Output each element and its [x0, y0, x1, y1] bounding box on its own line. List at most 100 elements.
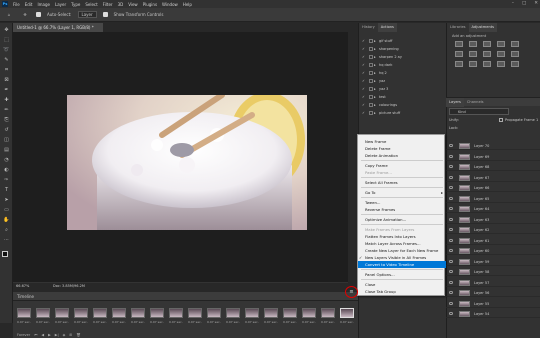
- first-frame-icon[interactable]: ⏮: [34, 333, 37, 337]
- visibility-eye-icon[interactable]: [449, 280, 453, 284]
- color-balance-icon[interactable]: [469, 51, 477, 57]
- menu-edit[interactable]: Edit: [25, 2, 33, 7]
- gradient-map-icon[interactable]: [497, 61, 505, 67]
- dialog-toggle-box[interactable]: [369, 39, 373, 43]
- action-set-row[interactable]: ✓ ▸ yaz 3: [359, 85, 447, 93]
- menu-view[interactable]: View: [128, 2, 138, 7]
- timeline-frame[interactable]: 0.07 sec.: [321, 308, 335, 333]
- exposure-icon[interactable]: [497, 41, 505, 47]
- action-set-row[interactable]: ✓ ▸ test: [359, 93, 447, 101]
- move-tool-icon[interactable]: ✥: [20, 11, 30, 18]
- menu-item-panel-options[interactable]: Panel Options...: [358, 271, 446, 278]
- move-tool-icon[interactable]: ✥: [3, 27, 10, 33]
- action-set-row[interactable]: ✓ ▸ sharpening: [359, 45, 447, 53]
- layer-row[interactable]: Layer 66: [446, 184, 540, 192]
- timeline-frame[interactable]: 0.07 sec.: [226, 308, 240, 333]
- trash-icon[interactable]: 🗑: [76, 333, 80, 337]
- invert-icon[interactable]: [455, 61, 463, 67]
- brightness-icon[interactable]: [455, 41, 463, 47]
- menu-item-go-to[interactable]: Go To ▸: [358, 189, 446, 196]
- foreground-color-swatch[interactable]: [2, 251, 8, 257]
- frame-delay[interactable]: 0.07 sec.: [245, 320, 259, 324]
- clone-stamp-tool-icon[interactable]: ⎘: [3, 117, 10, 123]
- menu-plugins[interactable]: Plugins: [143, 2, 157, 7]
- minimize-icon[interactable]: –: [512, 1, 514, 6]
- bw-icon[interactable]: [483, 51, 491, 57]
- timeline-frame[interactable]: 0.07 sec.: [283, 308, 297, 333]
- home-icon[interactable]: ⌂: [4, 11, 14, 18]
- timeline-frame[interactable]: 0.07 sec.: [36, 308, 50, 333]
- dialog-toggle-box[interactable]: [369, 71, 373, 75]
- blur-tool-icon[interactable]: ◔: [3, 157, 10, 163]
- menu-filter[interactable]: Filter: [103, 2, 113, 7]
- maximize-icon[interactable]: □: [522, 1, 526, 6]
- visibility-eye-icon[interactable]: [449, 207, 453, 210]
- dialog-toggle-box[interactable]: [369, 63, 373, 67]
- show-transform-checkbox[interactable]: [102, 12, 108, 17]
- menu-item-optimize-animation[interactable]: Optimize Animation...: [358, 216, 446, 223]
- menu-item-reverse-frames[interactable]: Reverse Frames: [358, 206, 446, 213]
- frame-delay[interactable]: 0.07 sec.: [207, 320, 221, 324]
- visibility-eye-icon[interactable]: [449, 175, 453, 179]
- timeline-frame[interactable]: 0.07 sec.: [207, 308, 221, 333]
- visibility-eye-icon[interactable]: [449, 301, 453, 305]
- history-brush-tool-icon[interactable]: ↺: [3, 127, 10, 133]
- action-toggle-check[interactable]: ✓: [362, 69, 365, 77]
- menu-item-delete-frame[interactable]: Delete Frame: [358, 145, 446, 152]
- timeline-frame[interactable]: 0.07 sec.: [74, 308, 88, 333]
- hue-sat-icon[interactable]: [455, 51, 463, 57]
- layer-row[interactable]: Layer 69: [446, 153, 540, 161]
- frame-delay[interactable]: 0.07 sec.: [17, 320, 31, 324]
- menu-item-new-layers-visible-in-all-frames[interactable]: New Layers Visible in All Frames ✓: [358, 254, 446, 261]
- lasso-tool-icon[interactable]: ➰: [3, 47, 10, 53]
- visibility-eye-icon[interactable]: [449, 144, 453, 147]
- action-toggle-check[interactable]: ✓: [362, 37, 365, 45]
- layer-row[interactable]: Layer 60: [446, 247, 540, 255]
- action-toggle-check[interactable]: ✓: [362, 77, 365, 85]
- visibility-eye-icon[interactable]: [449, 196, 453, 200]
- photo-filter-icon[interactable]: [497, 51, 505, 57]
- menu-item-close-tab-group[interactable]: Close Tab Group: [358, 288, 446, 295]
- dialog-toggle-box[interactable]: [369, 55, 373, 59]
- dialog-toggle-box[interactable]: [369, 79, 373, 83]
- frame-delay[interactable]: 0.07 sec.: [302, 320, 316, 324]
- layer-row[interactable]: Layer 58: [446, 268, 540, 276]
- menu-item-match-layer-across-frames[interactable]: Match Layer Across Frames...: [358, 240, 446, 247]
- tab-adjustments[interactable]: Adjustments: [468, 23, 498, 32]
- frame-delay[interactable]: 0.07 sec.: [74, 320, 88, 324]
- frame-delay[interactable]: 0.07 sec.: [36, 320, 50, 324]
- frame-delay[interactable]: 0.07 sec.: [188, 320, 202, 324]
- frame-delay[interactable]: 0.07 sec.: [150, 320, 164, 324]
- frame-delay[interactable]: 0.07 sec.: [264, 320, 278, 324]
- menu-item-convert-to-video-timeline[interactable]: Convert to Video Timeline: [358, 261, 446, 268]
- layer-row[interactable]: Layer 56: [446, 289, 540, 297]
- layer-row[interactable]: Layer 54: [446, 310, 540, 318]
- edit-toolbar-tool-icon[interactable]: ⋯: [3, 237, 10, 243]
- zoom-tool-icon[interactable]: ⌕: [3, 227, 10, 233]
- action-set-row[interactable]: ✓ ▸ hq 2: [359, 69, 447, 77]
- layer-row[interactable]: Layer 70: [446, 142, 540, 150]
- menu-item-copy-frame[interactable]: Copy Frame: [358, 162, 446, 169]
- levels-icon[interactable]: [469, 41, 477, 47]
- layer-row[interactable]: Layer 55: [446, 300, 540, 308]
- hand-tool-icon[interactable]: ✋: [3, 217, 10, 223]
- visibility-eye-icon[interactable]: [449, 217, 453, 221]
- action-set-row[interactable]: ✓ ▸ sharpen 2 ay: [359, 53, 447, 61]
- tab-channels[interactable]: Channels: [464, 98, 487, 107]
- visibility-eye-icon[interactable]: [449, 165, 453, 168]
- menu-item-select-all-frames[interactable]: Select All Frames: [358, 179, 446, 186]
- timeline-frame[interactable]: 0.07 sec.: [169, 308, 183, 333]
- visibility-eye-icon[interactable]: [449, 238, 453, 242]
- curves-icon[interactable]: [483, 41, 491, 47]
- vibrance-icon[interactable]: [511, 41, 519, 47]
- menu-item-flatten-frames-into-layers[interactable]: Flatten Frames Into Layers: [358, 233, 446, 240]
- gradient-tool-icon[interactable]: ▤: [3, 147, 10, 153]
- visibility-eye-icon[interactable]: [449, 312, 453, 315]
- timeline-frame[interactable]: 0.07 sec.: [150, 308, 164, 333]
- visibility-eye-icon[interactable]: [449, 154, 453, 158]
- timeline-frame[interactable]: 0.07 sec.: [340, 308, 354, 333]
- loop-dropdown[interactable]: Forever: [17, 333, 30, 337]
- menu-item-delete-animation[interactable]: Delete Animation: [358, 152, 446, 159]
- menu-item-tween[interactable]: Tween...: [358, 199, 446, 206]
- kind-filter[interactable]: Kind: [449, 108, 509, 115]
